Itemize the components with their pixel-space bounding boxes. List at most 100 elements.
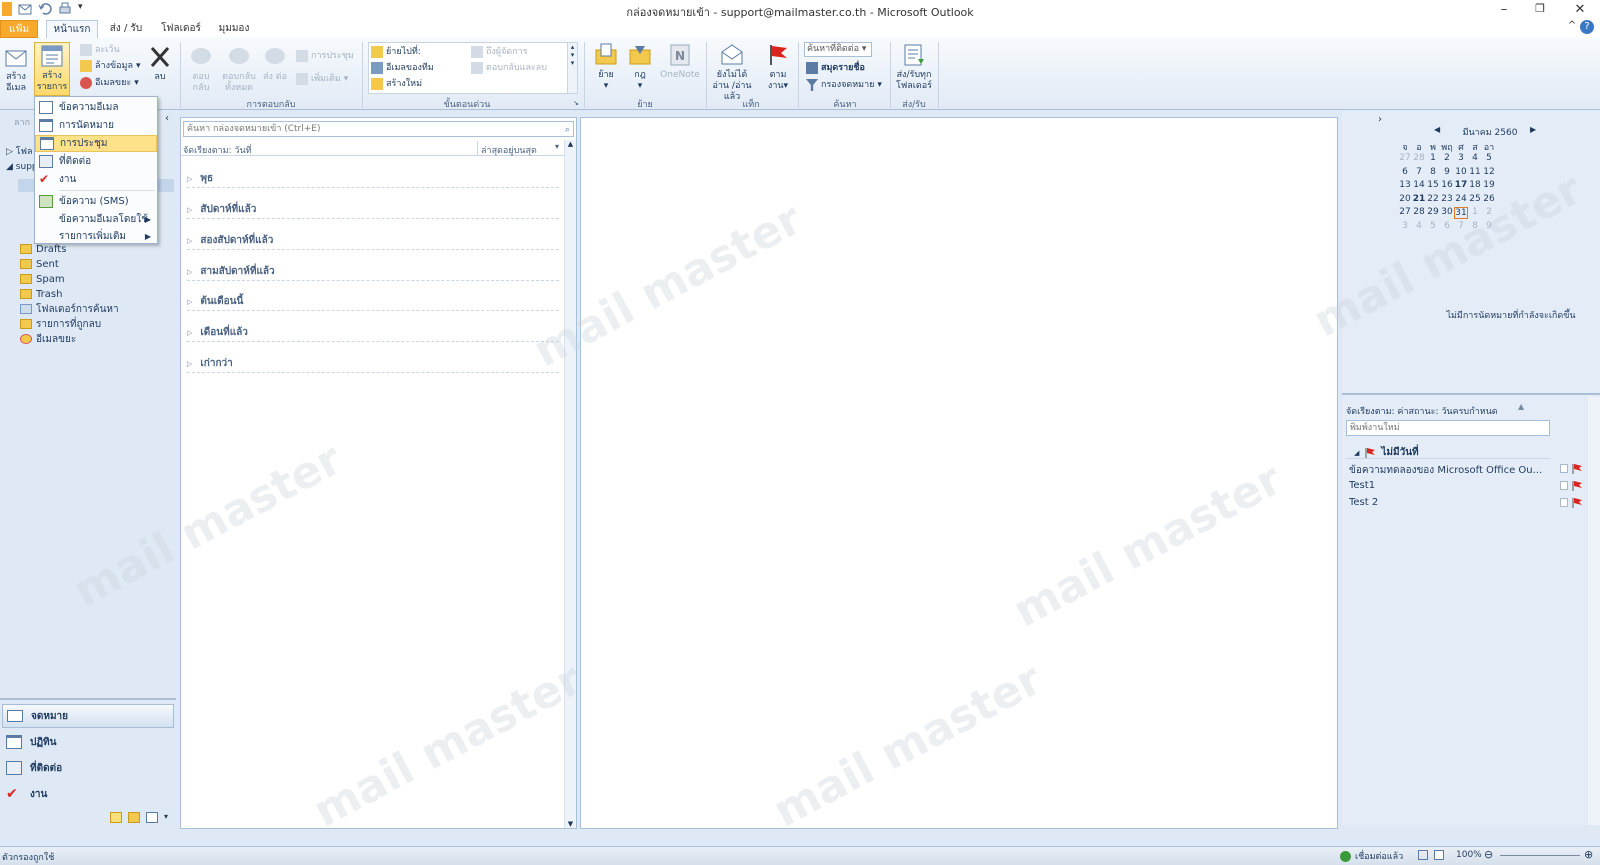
reply-all-button[interactable]: ตอบกลับ ทั้งหมด [219,44,259,94]
find-contact-box[interactable]: ค้นหาที่ติดต่อ ▾ [804,42,872,57]
calendar-day[interactable]: 16 [1440,180,1454,190]
calendar-day[interactable]: 22 [1426,194,1440,204]
quick-steps-scroll[interactable]: ▴ ▾ ▾ [567,43,577,93]
zoom-in-icon[interactable]: ⊕ [1584,848,1593,861]
account-root[interactable]: ◢ supp [6,162,38,172]
quickstep-create-new[interactable]: สร้างใหม่ [371,77,422,91]
menu-item-sms[interactable]: ข้อความ (SMS) [35,193,157,210]
scroll-down-icon[interactable]: ▼ [565,820,576,828]
quickstep-to-manager[interactable]: ถึงผู้จัดการ [471,45,528,59]
calendar-day[interactable]: 15 [1426,180,1440,190]
send-receive-all-button[interactable]: ส่ง/รับทุก โฟลเดอร์ [894,42,934,92]
delete-button[interactable]: ลบ [146,44,174,83]
calendar-day[interactable]: 26 [1482,194,1496,204]
folder-search-folders[interactable]: โฟลเดอร์การค้นหา [20,302,119,316]
task-arrange-by[interactable]: จัดเรียงตาม: ค่าสถานะ: วันครบกำหนด [1346,404,1498,418]
tab-file[interactable]: แฟ้ม [0,20,38,38]
calendar-day[interactable]: 30 [1440,207,1454,219]
tab-home[interactable]: หน้าแรก [46,20,98,38]
calendar-day[interactable]: 4 [1412,221,1426,231]
expand-todo-icon[interactable]: › [1378,114,1382,125]
follow-up-button[interactable]: ตาม งาน▾ [764,42,792,92]
calendar-day[interactable]: 25 [1468,194,1482,204]
calendar-day[interactable]: 6 [1398,167,1412,177]
calendar-day[interactable]: 2 [1440,153,1454,163]
tab-send-receive[interactable]: ส่ง / รับ [104,20,148,38]
close-icon[interactable]: ✕ [1570,2,1590,17]
next-month-icon[interactable]: ▶ [1530,125,1536,134]
task-flag-icon[interactable] [1571,463,1582,474]
calendar-day[interactable]: 5 [1482,153,1496,163]
calendar-day[interactable]: 27 [1398,153,1412,163]
expand-icon[interactable]: ▷ [187,175,192,183]
calendar-day[interactable]: 11 [1468,167,1482,177]
task-item[interactable]: ข้อความทดลองของ Microsoft Office Ou... [1349,463,1549,478]
module-tasks[interactable]: ✔ งาน [2,782,174,806]
normal-view-icon[interactable] [1418,850,1428,860]
task-flag-icon[interactable] [1571,480,1582,491]
calendar-day[interactable]: 27 [1398,207,1412,219]
calendar-day[interactable]: 4 [1468,153,1482,163]
cleanup-button[interactable]: ล้างข้อมูล ▾ [80,59,141,73]
calendar-day[interactable]: 10 [1454,167,1468,177]
zoom-level[interactable]: 100% [1456,850,1482,860]
favorites-section[interactable]: ▷ โฟล [6,144,33,158]
calendar-day[interactable]: 21 [1412,194,1426,204]
calendar-day[interactable]: 3 [1454,153,1468,163]
ribbon-minimize-icon[interactable]: ^ [1562,20,1582,31]
todo-splitter[interactable] [1342,393,1600,395]
task-item[interactable]: Test 2 [1349,497,1549,508]
calendar-day[interactable]: 17 [1454,180,1468,190]
quickstep-reply-delete[interactable]: ตอบกลับและลบ [471,61,547,75]
meeting-reply-button[interactable]: การประชุม [296,49,354,63]
calendar-day[interactable]: 18 [1468,180,1482,190]
folder-spam[interactable]: Spam [20,272,65,286]
task-complete-checkbox[interactable] [1560,464,1568,473]
menu-item-email-using[interactable]: ข้อความอีเมลโดยใช้ ▶ [35,211,157,228]
calendar-day[interactable]: 1 [1468,207,1482,219]
folder-junk[interactable]: อีเมลขยะ [20,332,76,346]
unread-read-button[interactable]: ยังไม่ได้อ่าน /อ่านแล้ว [710,42,754,103]
calendar-day[interactable]: 9 [1440,167,1454,177]
address-book-button[interactable]: สมุดรายชื่อ [806,61,865,75]
calendar-day[interactable]: 19 [1482,180,1496,190]
calendar-day[interactable]: 9 [1482,221,1496,231]
new-items-button[interactable]: สร้าง รายการ [34,42,70,96]
module-contacts[interactable]: ที่ติดต่อ [2,756,174,780]
quickstep-move-to[interactable]: ย้ายไปที่: [371,45,421,59]
sort-dropdown-icon[interactable]: ▾ [555,142,559,151]
expand-icon[interactable]: ▷ [187,298,192,306]
folder-deleted-items[interactable]: รายการที่ถูกลบ [20,317,101,331]
zoom-slider[interactable] [1500,855,1580,856]
folder-list-icon[interactable] [128,812,140,823]
group-header-earlier-this-month[interactable]: ▷ ต้นเดือนนี้ [187,293,559,311]
calendar-day[interactable]: 2 [1482,207,1496,219]
reading-view-icon[interactable] [1434,850,1444,860]
menu-item-task[interactable]: ✔ งาน [35,171,157,188]
restore-icon[interactable]: ❐ [1530,2,1550,15]
new-email-button[interactable]: สร้าง อีเมล [2,44,30,94]
calendar-day[interactable]: 13 [1398,180,1412,190]
expand-icon[interactable]: ▷ [187,329,192,337]
junk-button[interactable]: อีเมลขยะ ▾ [80,76,139,90]
calendar-day[interactable]: 6 [1440,221,1454,231]
zoom-out-icon[interactable]: ⊖ [1484,848,1493,861]
group-header-older[interactable]: ▷ เก่ากว่า [187,355,559,373]
menu-item-email-message[interactable]: ข้อความอีเมล [35,99,157,116]
calendar-day[interactable]: 29 [1426,207,1440,219]
task-item[interactable]: Test1 [1349,480,1549,491]
quickstep-team-email[interactable]: อีเมลของทีม [371,61,434,75]
more-respond-button[interactable]: เพิ่มเติม ▾ [296,72,348,86]
calendar-day[interactable]: 1 [1426,153,1440,163]
shortcuts-icon[interactable] [146,812,158,823]
move-button[interactable]: ย้าย ▾ [592,42,620,92]
expand-icon[interactable]: ▷ [187,206,192,214]
group-header-three-weeks-ago[interactable]: ▷ สามสัปดาห์ที่แล้ว [187,263,559,281]
filter-email-button[interactable]: กรองจดหมาย ▾ [806,78,882,92]
group-header-last-month[interactable]: ▷ เดือนที่แล้ว [187,324,559,342]
scroll-up-icon[interactable]: ▲ [565,140,576,148]
minimize-icon[interactable]: – [1494,2,1514,17]
calendar-day[interactable]: 28 [1412,207,1426,219]
menu-item-appointment[interactable]: การนัดหมาย [35,117,157,134]
calendar-day[interactable]: 31 [1454,207,1468,219]
